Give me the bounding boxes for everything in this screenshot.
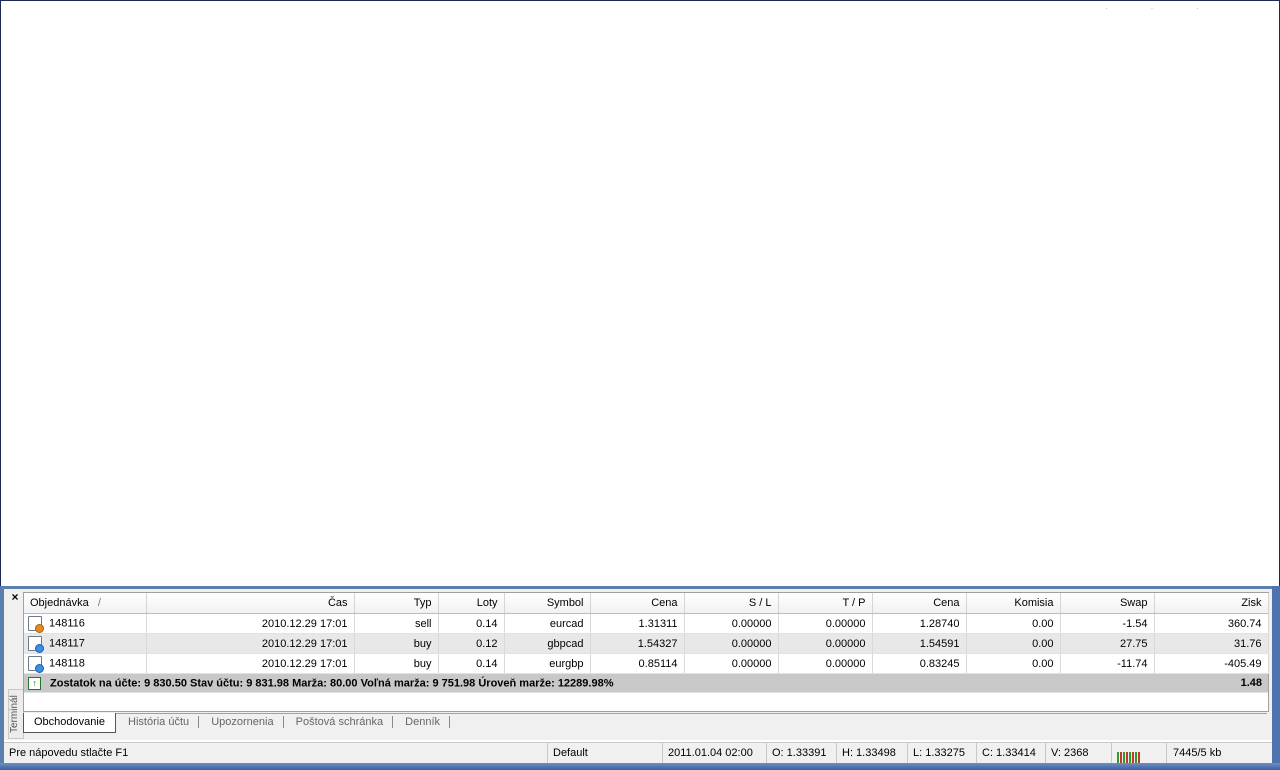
trade-table-container: Objednávka / Čas Typ Loty Symbol Cena S … [23, 592, 1269, 712]
symbol-cell: gbpcad [504, 633, 591, 654]
col-header-commission[interactable]: Komisia [966, 593, 1061, 614]
col-header-type[interactable]: Typ [354, 593, 439, 614]
col-header-price[interactable]: Cena [872, 593, 967, 614]
open-price-cell: 1.54327 [590, 633, 685, 654]
trade-table: Objednávka / Čas Typ Loty Symbol Cena S … [24, 593, 1269, 693]
order-cell: 148116 [24, 613, 147, 634]
tp-cell: 0.00000 [778, 633, 873, 654]
swap-cell: 27.75 [1060, 633, 1155, 654]
tab-separator [449, 716, 451, 729]
tp-cell: 0.00000 [778, 613, 873, 634]
open-price-cell: 0.85114 [590, 653, 685, 674]
total-profit: 1.48 [1154, 673, 1268, 693]
tab-mailbox[interactable]: Poštová schránka [287, 713, 392, 732]
time-cell: 2010.12.29 17:01 [146, 633, 355, 654]
price-cell: 1.28740 [872, 613, 967, 634]
status-profile[interactable]: Default [547, 743, 663, 764]
buy-order-icon [28, 636, 44, 653]
col-header-order[interactable]: Objednávka / [24, 593, 147, 614]
col-header-lots[interactable]: Loty [438, 593, 505, 614]
tab-journal[interactable]: Denník [396, 713, 449, 732]
account-summary-row[interactable]: ↑ Zostatok na účte: 9 830.50 Stav účtu: 9… [24, 673, 1268, 693]
status-volume: V: 2368 [1045, 743, 1114, 764]
sort-indicator: / [97, 597, 101, 609]
commission-cell: 0.00 [966, 653, 1061, 674]
sl-cell: 0.00000 [684, 633, 779, 654]
time-cell: 2010.12.29 17:01 [146, 613, 355, 634]
status-bar: Pre nápovedu stlačte F1 Default 2011.01.… [4, 742, 1272, 764]
price-cell: 0.83245 [872, 653, 967, 674]
table-row[interactable]: 148117 2010.12.29 17:01 buy 0.12 gbpcad … [24, 633, 1269, 654]
terminal-side-label: Terminál [8, 689, 24, 739]
col-header-sl[interactable]: S / L [684, 593, 779, 614]
tp-cell: 0.00000 [778, 653, 873, 674]
col-header-time[interactable]: Čas [146, 593, 355, 614]
profit-cell: 31.76 [1154, 633, 1269, 654]
table-row[interactable]: 148116 2010.12.29 17:01 sell 0.14 eurcad… [24, 613, 1269, 634]
lots-cell: 0.12 [438, 633, 505, 654]
profit-cell: 360.74 [1154, 613, 1269, 634]
type-cell: sell [354, 613, 439, 634]
status-low: L: 1.33275 [907, 743, 978, 764]
sl-cell: 0.00000 [684, 613, 779, 634]
status-close: C: 1.33414 [976, 743, 1048, 764]
type-cell: buy [354, 633, 439, 654]
status-help: Pre nápovedu stlačte F1 [9, 747, 129, 759]
col-header-tp[interactable]: T / P [778, 593, 873, 614]
col-header-swap[interactable]: Swap [1060, 593, 1155, 614]
col-header-profit[interactable]: Zisk [1154, 593, 1269, 614]
terminal-frame-right [1272, 586, 1280, 770]
tab-account-history[interactable]: História účtu [119, 713, 198, 732]
time-cell: 2010.12.29 17:01 [146, 653, 355, 674]
type-cell: buy [354, 653, 439, 674]
status-datetime: 2011.01.04 02:00 [662, 743, 768, 764]
tab-separator [198, 716, 200, 729]
col-header-open-price[interactable]: Cena [590, 593, 685, 614]
taskbar-edge [0, 763, 1280, 770]
commission-cell: 0.00 [966, 613, 1061, 634]
tab-separator [282, 716, 284, 729]
sl-cell: 0.00000 [684, 653, 779, 674]
swap-cell: -11.74 [1060, 653, 1155, 674]
lots-cell: 0.14 [438, 653, 505, 674]
tab-separator [392, 716, 394, 729]
swap-cell: -1.54 [1060, 613, 1155, 634]
chart-area[interactable]: · · · [0, 0, 1280, 587]
connection-signal-icon [1117, 743, 1141, 764]
symbol-cell: eurgbp [504, 653, 591, 674]
chart-corner-dots: · · · [1105, 3, 1219, 13]
buy-order-icon [28, 656, 44, 673]
lots-cell: 0.14 [438, 613, 505, 634]
status-open: O: 1.33391 [766, 743, 838, 764]
commission-cell: 0.00 [966, 633, 1061, 654]
tab-alerts[interactable]: Upozornenia [202, 713, 282, 732]
status-high: H: 1.33498 [836, 743, 908, 764]
table-header-row: Objednávka / Čas Typ Loty Symbol Cena S … [24, 593, 1269, 614]
close-icon[interactable]: × [9, 591, 21, 603]
col-header-symbol[interactable]: Symbol [504, 593, 591, 614]
status-traffic: 7445/5 kb [1166, 743, 1273, 764]
account-summary: ↑ Zostatok na účte: 9 830.50 Stav účtu: 9… [24, 673, 1154, 693]
terminal-tabs: Obchodovanie História účtu Upozornenia P… [23, 713, 1267, 736]
arrow-up-icon: ↑ [28, 676, 41, 690]
tab-trade[interactable]: Obchodovanie [23, 713, 116, 733]
open-price-cell: 1.31311 [590, 613, 685, 634]
status-connection [1111, 743, 1169, 764]
order-cell: 148118 [24, 653, 147, 674]
sell-order-icon [28, 616, 44, 633]
symbol-cell: eurcad [504, 613, 591, 634]
table-row[interactable]: 148118 2010.12.29 17:01 buy 0.14 eurgbp … [24, 653, 1269, 674]
terminal-panel: × Terminál Objednávka / Čas Typ Loty Sym… [4, 589, 1272, 740]
order-cell: 148117 [24, 633, 147, 654]
profit-cell: -405.49 [1154, 653, 1269, 674]
price-cell: 1.54591 [872, 633, 967, 654]
